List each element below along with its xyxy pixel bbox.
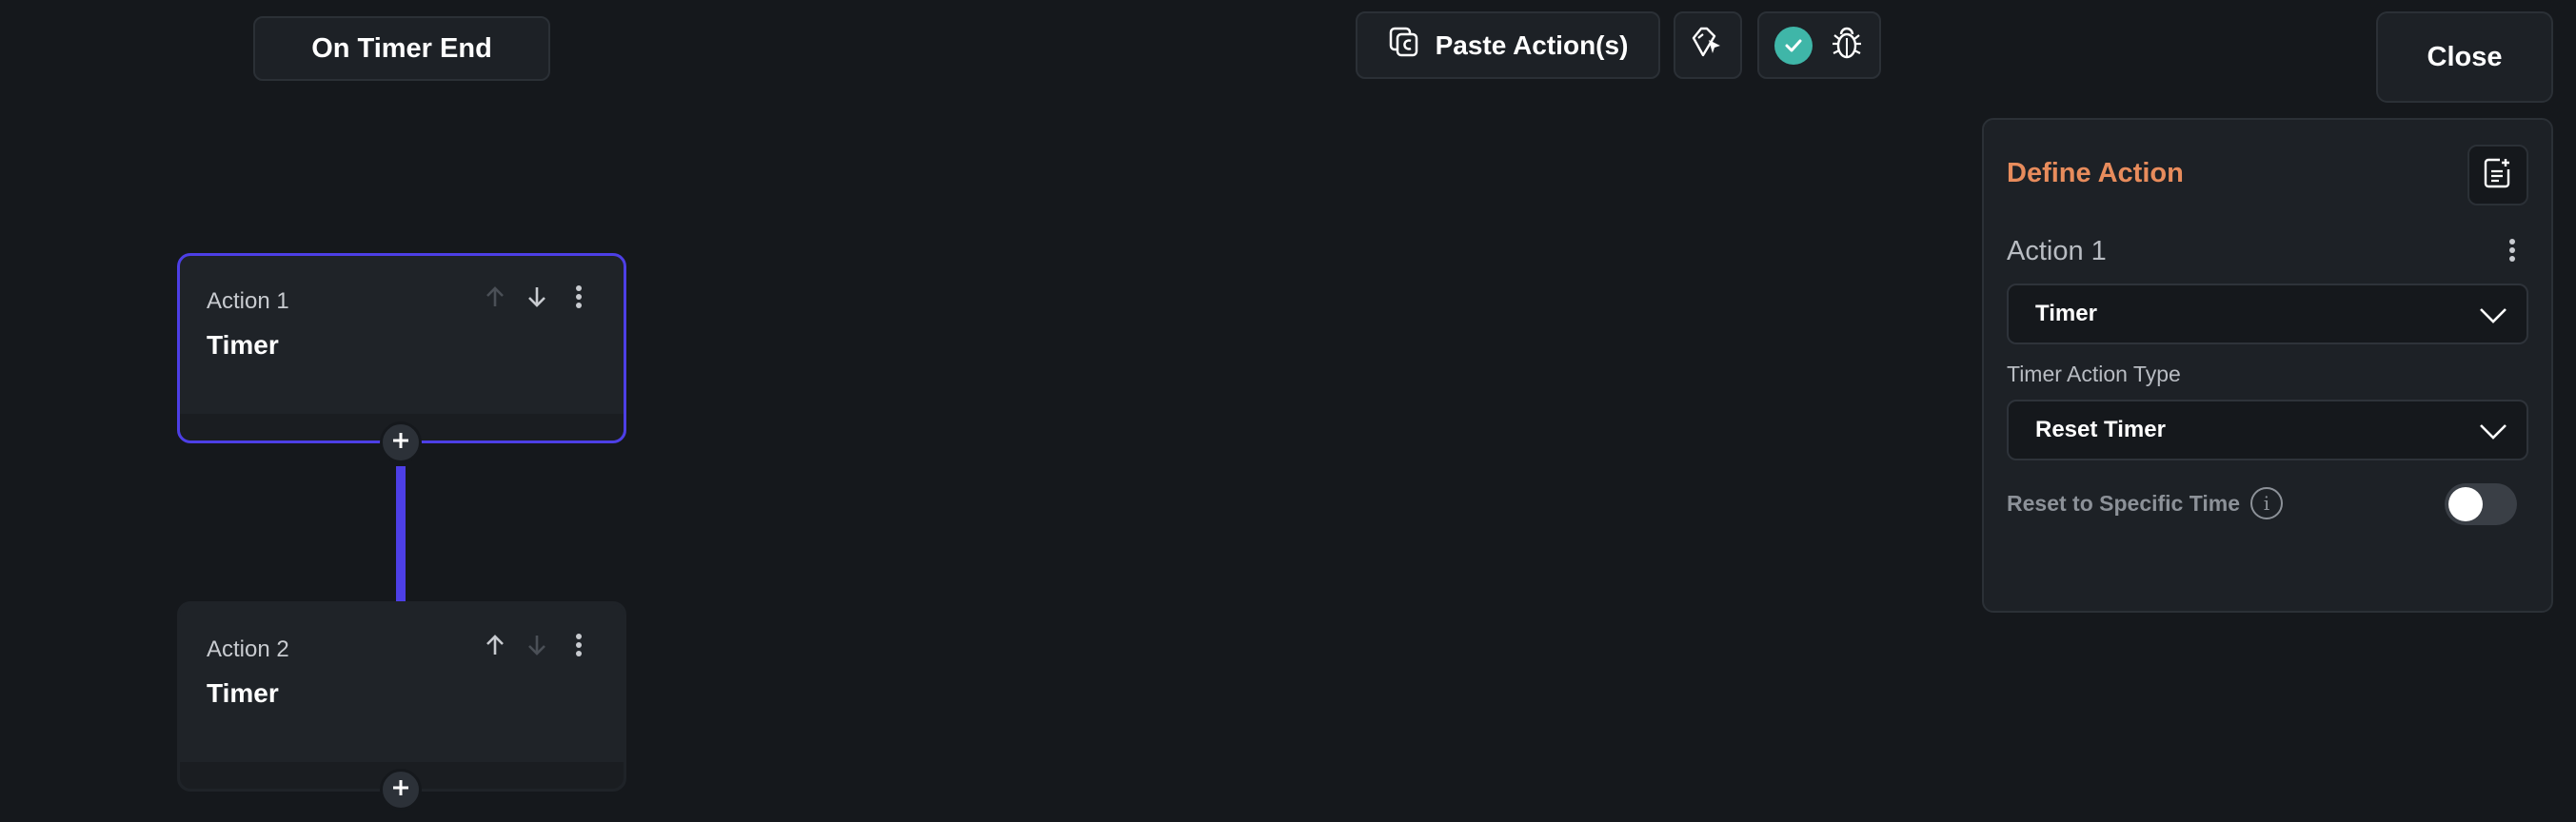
chevron-down-icon [2477,417,2509,452]
action-type-value: Timer [2035,301,2097,326]
paste-icon [1388,26,1420,65]
action-name-label: Action 1 [2007,236,2107,266]
define-action-panel: Define Action Action 1 Timer Timer Actio… [1982,118,2553,613]
add-action-button[interactable] [380,421,422,463]
info-icon[interactable]: i [2250,487,2283,519]
close-button[interactable]: Close [2376,11,2553,103]
timer-action-type-label: Timer Action Type [2007,362,2181,386]
plus-icon [390,430,411,456]
move-up-icon[interactable] [481,283,509,311]
chevron-down-icon [2477,301,2509,336]
ai-assist-button[interactable] [1674,11,1742,79]
paste-actions-button[interactable]: Paste Action(s) [1356,11,1660,79]
more-options-icon[interactable] [565,631,593,659]
action-card-2[interactable]: Action 2 Timer [177,601,626,792]
timer-action-type-value: Reset Timer [2035,417,2166,442]
action-card-label: Action 1 [207,288,289,314]
toggle-knob [2448,487,2483,521]
move-down-icon[interactable] [523,631,551,659]
check-circle-icon [1774,26,1813,65]
action-card-title: Timer [207,330,279,360]
panel-title: Define Action [2007,158,2184,188]
plus-icon [390,777,411,803]
action-card-label: Action 2 [207,636,289,662]
more-options-icon[interactable] [565,283,593,311]
note-add-icon [2481,156,2515,195]
timer-action-type-select[interactable]: Reset Timer [2007,400,2528,460]
action-card-title: Timer [207,678,279,708]
bug-icon [1830,25,1864,66]
trigger-label: On Timer End [253,16,550,81]
more-options-icon[interactable] [2498,234,2526,266]
add-action-button[interactable] [380,769,422,811]
add-note-button[interactable] [2467,145,2528,206]
move-up-icon[interactable] [481,631,509,659]
paste-actions-label: Paste Action(s) [1435,29,1629,60]
move-down-icon[interactable] [523,283,551,311]
action-card-1[interactable]: Action 1 Timer [177,253,626,443]
ai-sparkle-icon [1690,25,1726,66]
flow-connector [396,466,406,601]
reset-specific-time-label: Reset to Specific Time [2007,491,2240,516]
validation-debug-button[interactable] [1757,11,1881,79]
action-type-select[interactable]: Timer [2007,284,2528,344]
reset-specific-time-toggle[interactable] [2445,483,2517,525]
